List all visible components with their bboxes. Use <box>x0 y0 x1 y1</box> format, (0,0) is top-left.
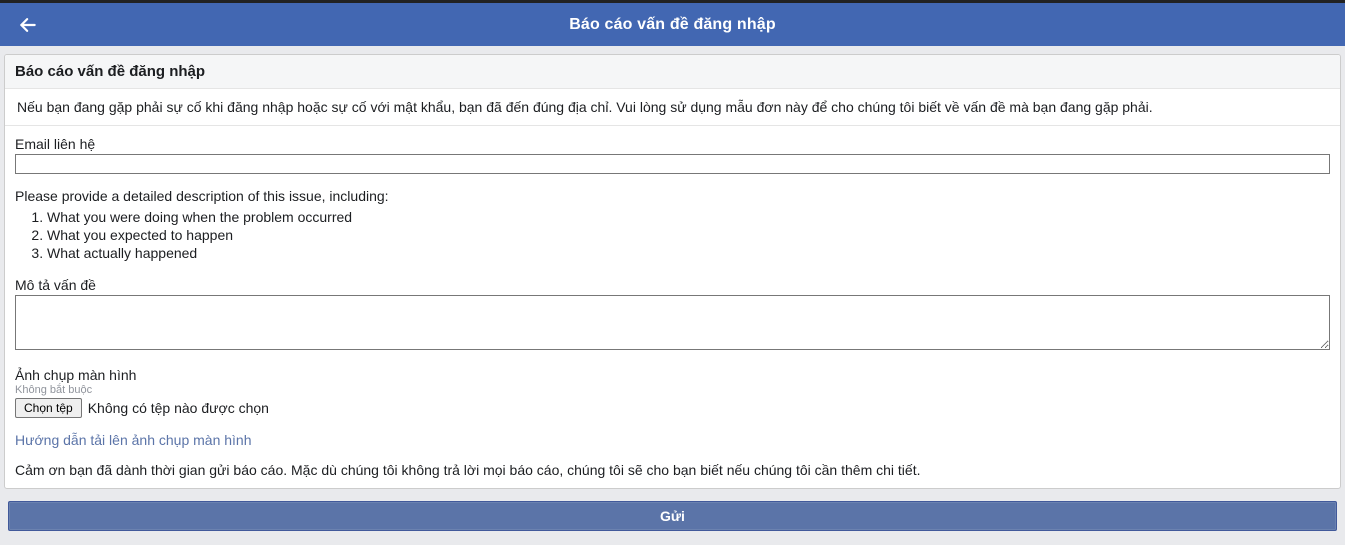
file-upload-row: Chọn tệp Không có tệp nào được chọn <box>15 398 1330 418</box>
card-title: Báo cáo vấn đề đăng nhập <box>5 55 1340 89</box>
problem-description-field[interactable] <box>15 295 1330 350</box>
form-card: Báo cáo vấn đề đăng nhập Nếu bạn đang gặ… <box>4 54 1341 489</box>
app-header: Báo cáo vấn đề đăng nhập <box>0 3 1345 46</box>
instructions-label: Please provide a detailed description of… <box>15 188 1330 204</box>
card-description-wrap: Nếu bạn đang gặp phải sự cố khi đăng nhậ… <box>5 89 1340 126</box>
page-content: Báo cáo vấn đề đăng nhập Nếu bạn đang gặ… <box>0 46 1345 531</box>
list-item: What you were doing when the problem occ… <box>47 208 1330 226</box>
file-status-text: Không có tệp nào được chọn <box>88 400 269 416</box>
thanks-text: Cảm ơn bạn đã dành thời gian gửi báo cáo… <box>15 462 1330 478</box>
problem-description-label: Mô tả vấn đề <box>15 277 1330 293</box>
card-description: Nếu bạn đang gặp phải sự cố khi đăng nhậ… <box>7 99 1338 115</box>
back-arrow-icon[interactable] <box>18 15 38 35</box>
screenshot-label: Ảnh chụp màn hình <box>15 367 1330 383</box>
list-item: What you expected to happen <box>47 226 1330 244</box>
instructions-list: What you were doing when the problem occ… <box>15 208 1330 263</box>
email-label: Email liên hệ <box>15 136 1330 152</box>
email-field[interactable] <box>15 154 1330 174</box>
list-item: What actually happened <box>47 244 1330 262</box>
choose-file-button[interactable]: Chọn tệp <box>15 398 82 418</box>
card-body: Nếu bạn đang gặp phải sự cố khi đăng nhậ… <box>5 89 1340 488</box>
page-title: Báo cáo vấn đề đăng nhập <box>0 16 1345 34</box>
submit-row: Gửi <box>4 489 1341 531</box>
optional-note: Không bắt buộc <box>15 384 1330 396</box>
screenshot-guide-link[interactable]: Hướng dẫn tải lên ảnh chụp màn hình <box>15 432 252 448</box>
submit-button[interactable]: Gửi <box>8 501 1337 531</box>
